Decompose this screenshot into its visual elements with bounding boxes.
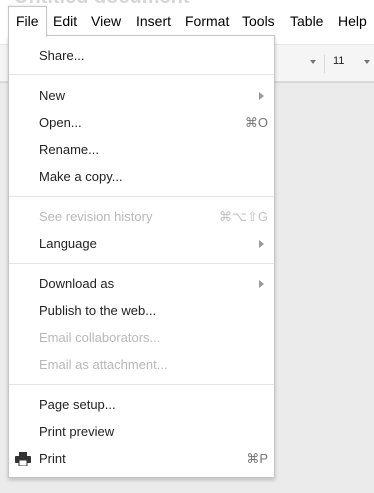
menu-item-shortcut: ⌘⌥⇧G: [219, 209, 268, 224]
menu-item-email-collaborators: Email collaborators...: [9, 324, 274, 351]
menu-item-email-attachment: Email as attachment...: [9, 351, 274, 378]
menu-item-label: Print: [39, 451, 66, 466]
printer-icon: [15, 452, 31, 466]
menu-item-label: Language: [39, 236, 97, 251]
chevron-right-icon: [259, 240, 264, 248]
menu-item-open[interactable]: Open... ⌘O: [9, 109, 274, 136]
chevron-right-icon: [259, 92, 264, 100]
menu-item-label: Publish to the web...: [39, 303, 157, 318]
font-dropdown-caret-icon[interactable]: [310, 60, 316, 64]
menu-item-label: Print preview: [39, 424, 115, 439]
menu-item-new[interactable]: New: [9, 82, 274, 109]
menu-item-revision-history: See revision history ⌘⌥⇧G: [9, 203, 274, 230]
file-menu-dropdown: Share... New Open... ⌘O Rename... Make a…: [8, 35, 275, 478]
menu-separator: [9, 74, 274, 75]
menu-format[interactable]: Format: [178, 6, 236, 36]
menu-item-print-preview[interactable]: Print preview: [9, 418, 274, 445]
menu-item-publish[interactable]: Publish to the web...: [9, 297, 274, 324]
menu-separator: [9, 196, 274, 197]
menu-item-label: New: [39, 88, 66, 103]
menubar: File Edit View Insert Format Tools Table…: [0, 6, 374, 37]
menu-item-label: Share...: [39, 48, 85, 63]
font-size-caret-icon[interactable]: [364, 60, 370, 64]
menu-tools[interactable]: Tools: [235, 6, 282, 36]
menu-item-language[interactable]: Language: [9, 230, 274, 257]
menu-item-print[interactable]: Print ⌘P: [9, 445, 274, 472]
menu-item-label: Make a copy...: [39, 169, 123, 184]
menu-file[interactable]: File: [8, 6, 47, 37]
menu-separator: [9, 384, 274, 385]
menu-item-rename[interactable]: Rename...: [9, 136, 274, 163]
menu-item-share[interactable]: Share...: [9, 42, 274, 69]
menu-help[interactable]: Help: [331, 6, 374, 36]
menu-item-label: Email collaborators...: [39, 330, 161, 345]
menu-item-label: See revision history: [39, 209, 153, 224]
menu-item-label: Download as: [39, 276, 115, 291]
menu-item-label: Rename...: [39, 142, 99, 157]
font-size-select[interactable]: 11: [333, 55, 344, 67]
menu-item-shortcut: ⌘P: [246, 451, 268, 466]
menu-item-make-copy[interactable]: Make a copy...: [9, 163, 274, 190]
menu-view[interactable]: View: [84, 6, 128, 36]
menu-table[interactable]: Table: [283, 6, 330, 36]
toolbar-divider: [324, 55, 325, 73]
menu-edit[interactable]: Edit: [46, 6, 84, 36]
menu-insert[interactable]: Insert: [129, 6, 178, 36]
menu-separator: [9, 263, 274, 264]
menu-item-label: Open...: [39, 115, 82, 130]
chevron-right-icon: [259, 280, 264, 288]
menu-item-download-as[interactable]: Download as: [9, 270, 274, 297]
menu-item-label: Email as attachment...: [39, 357, 168, 372]
menu-item-shortcut: ⌘O: [244, 115, 268, 130]
menu-item-page-setup[interactable]: Page setup...: [9, 391, 274, 418]
menu-item-label: Page setup...: [39, 397, 116, 412]
